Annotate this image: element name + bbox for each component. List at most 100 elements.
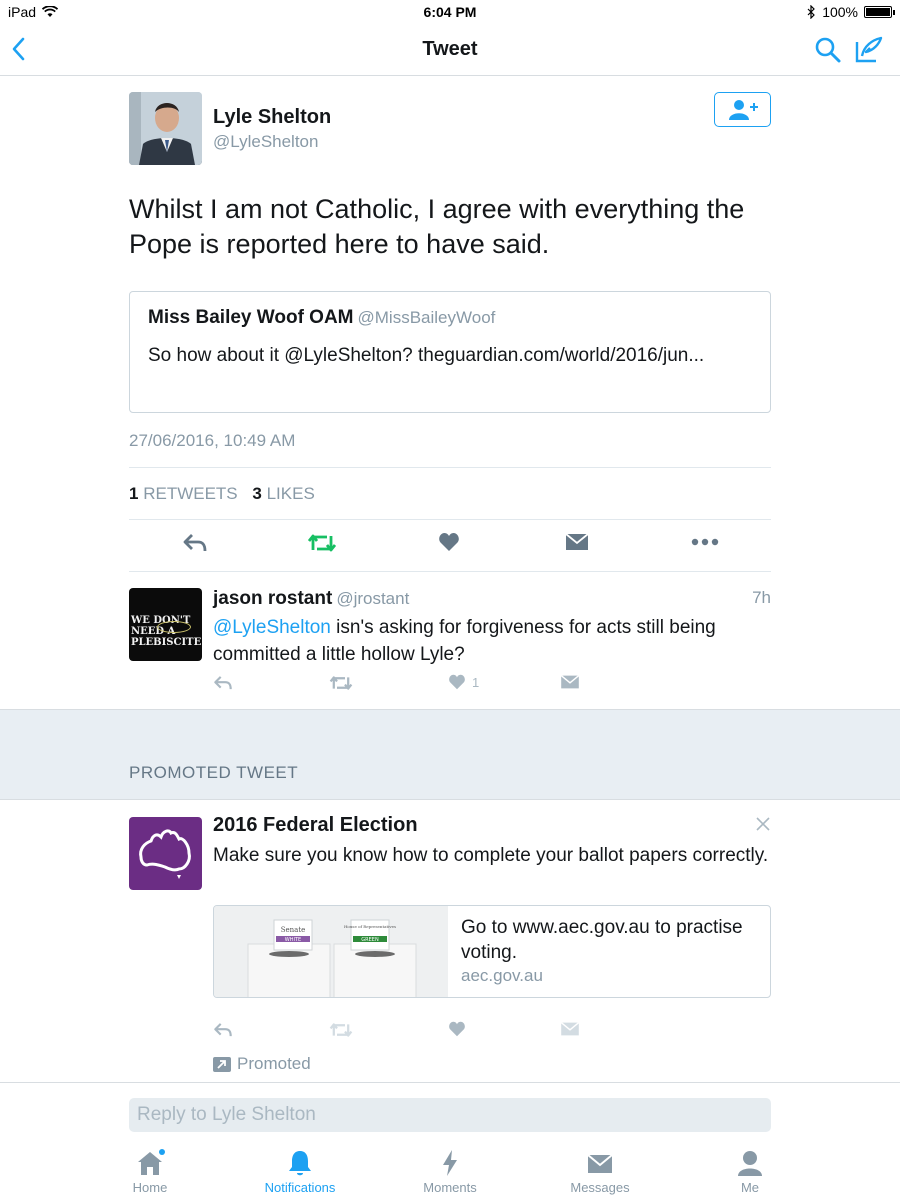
direct-message-icon[interactable] (560, 674, 580, 690)
bluetooth-icon (807, 5, 816, 19)
reply-mention-link[interactable]: @LyleShelton (213, 617, 331, 638)
status-right: 100% (806, 4, 895, 20)
promoted-icon (213, 1056, 231, 1072)
tab-me[interactable]: Me (690, 1148, 810, 1195)
quote-text: So how about it @LyleShelton? theguardia… (148, 345, 705, 366)
like-icon (449, 674, 465, 690)
promoted-section-header: PROMOTED TWEET (0, 709, 900, 800)
promo-name[interactable]: 2016 Federal Election (213, 814, 418, 837)
reply-bar (0, 1082, 900, 1142)
reply-handle[interactable]: @jrostant (336, 589, 409, 608)
reply-like-count: 1 (472, 674, 480, 690)
avatar[interactable] (129, 817, 202, 890)
retweet-count: 1 (129, 484, 139, 503)
ballot-boxes-image: Senate WHITE House of Representatives GR… (214, 906, 448, 997)
divider (129, 519, 771, 520)
home-icon (90, 1148, 210, 1178)
reply-like[interactable]: 1 (448, 674, 479, 690)
like-count: 3 (252, 484, 262, 503)
more-icon[interactable] (691, 532, 719, 552)
add-user-icon (728, 99, 758, 120)
envelope-icon (540, 1148, 660, 1178)
tab-notifications[interactable]: Notifications (240, 1148, 360, 1195)
reply-icon[interactable] (213, 674, 233, 692)
divider (129, 571, 771, 572)
tweet-stats: 1 RETWEETS 3 LIKES (129, 484, 315, 504)
avatar-badge (157, 621, 191, 633)
direct-message-icon[interactable] (565, 532, 589, 552)
promoted-tweet[interactable]: 2016 Federal Election Make sure you know… (129, 814, 771, 1074)
retweet-icon[interactable] (329, 1021, 353, 1039)
quote-author: Miss Bailey Woof OAM @MissBaileyWoof (148, 307, 495, 329)
reply-input[interactable] (129, 1098, 771, 1132)
card-box-right-color: GREEN (361, 937, 379, 943)
tab-messages[interactable]: Messages (540, 1148, 660, 1195)
card-domain: aec.gov.au (461, 966, 543, 985)
quoted-tweet[interactable]: Miss Bailey Woof OAM @MissBaileyWoof So h… (129, 291, 771, 413)
tweet-text: Whilst I am not Catholic, I agree with e… (129, 194, 745, 259)
card-box-right-label: House of Representatives (344, 924, 396, 929)
person-icon (690, 1148, 810, 1178)
like-stat[interactable]: 3 LIKES (252, 484, 314, 503)
promoted-badge: Promoted (213, 1054, 311, 1074)
promoted-label: Promoted (237, 1054, 311, 1073)
tab-moments-label: Moments (423, 1180, 477, 1195)
retweet-icon[interactable] (329, 674, 353, 692)
page-title: Tweet (422, 38, 478, 60)
reply-icon[interactable] (182, 532, 208, 554)
battery-icon (864, 6, 895, 18)
lightning-icon (390, 1148, 510, 1178)
bell-icon (240, 1148, 360, 1178)
promo-text: Make sure you know how to complete your … (213, 845, 769, 866)
avatar[interactable] (129, 92, 202, 165)
promo-actions (213, 1021, 773, 1043)
quote-name: Miss Bailey Woof OAM (148, 307, 354, 328)
tab-me-label: Me (740, 1180, 760, 1195)
nav-bar: Tweet (0, 24, 900, 76)
reply-icon[interactable] (213, 1021, 233, 1039)
tab-bar: Home Notifications Moments Messages Me (0, 1142, 900, 1200)
close-icon[interactable] (755, 816, 771, 832)
follow-button[interactable] (714, 92, 771, 127)
divider (129, 467, 771, 468)
card-image: Senate WHITE House of Representatives GR… (214, 906, 448, 997)
author-photo (129, 92, 202, 165)
avatar[interactable]: WE DON'T NEED A PLEBISCITE. (129, 588, 202, 661)
tab-home[interactable]: Home (90, 1148, 210, 1195)
tab-messages-label: Messages (570, 1180, 630, 1195)
retweet-icon[interactable] (307, 532, 337, 554)
status-bar: iPad 6:04 PM 100% (0, 0, 900, 24)
retweet-label: RETWEETS (143, 484, 238, 503)
reply-actions: 1 (213, 674, 773, 696)
promoted-section-label: PROMOTED TWEET (129, 763, 299, 782)
australia-map-icon (139, 829, 191, 879)
card-box-left-color: WHITE (285, 937, 301, 943)
tab-notifications-label: Notifications (264, 1180, 336, 1195)
tweet-actions (129, 530, 771, 562)
card-box-left-label: Senate (281, 926, 306, 934)
author-name[interactable]: Lyle Shelton (213, 106, 331, 129)
reply-name[interactable]: jason rostant (213, 588, 332, 609)
battery-fill (866, 8, 890, 16)
battery-percent: 100% (822, 4, 858, 20)
author-handle[interactable]: @LyleShelton (213, 132, 318, 152)
reply-text: @LyleShelton isn's asking for forgivenes… (213, 614, 773, 668)
link-card[interactable]: Senate WHITE House of Representatives GR… (213, 905, 771, 998)
reply-time: 7h (752, 588, 771, 607)
like-icon[interactable] (448, 1021, 466, 1037)
tab-home-label: Home (132, 1180, 168, 1195)
search-icon[interactable] (814, 36, 842, 64)
card-title: Go to www.aec.gov.au to practise voting. (461, 917, 743, 963)
compose-icon[interactable] (854, 36, 884, 64)
quote-handle: @MissBaileyWoof (357, 308, 496, 327)
retweet-stat[interactable]: 1 RETWEETS (129, 484, 238, 503)
tweet-timestamp: 27/06/2016, 10:49 AM (129, 431, 296, 450)
status-time: 6:04 PM (423, 4, 477, 20)
tweet-header: Lyle Shelton @LyleShelton (129, 92, 771, 166)
like-label: LIKES (266, 484, 315, 503)
like-icon[interactable] (438, 532, 460, 552)
reply-author: jason rostant @jrostant (213, 588, 409, 610)
tab-moments[interactable]: Moments (390, 1148, 510, 1195)
direct-message-icon[interactable] (560, 1021, 580, 1037)
reply-tweet[interactable]: WE DON'T NEED A PLEBISCITE. jason rostan… (129, 588, 771, 698)
